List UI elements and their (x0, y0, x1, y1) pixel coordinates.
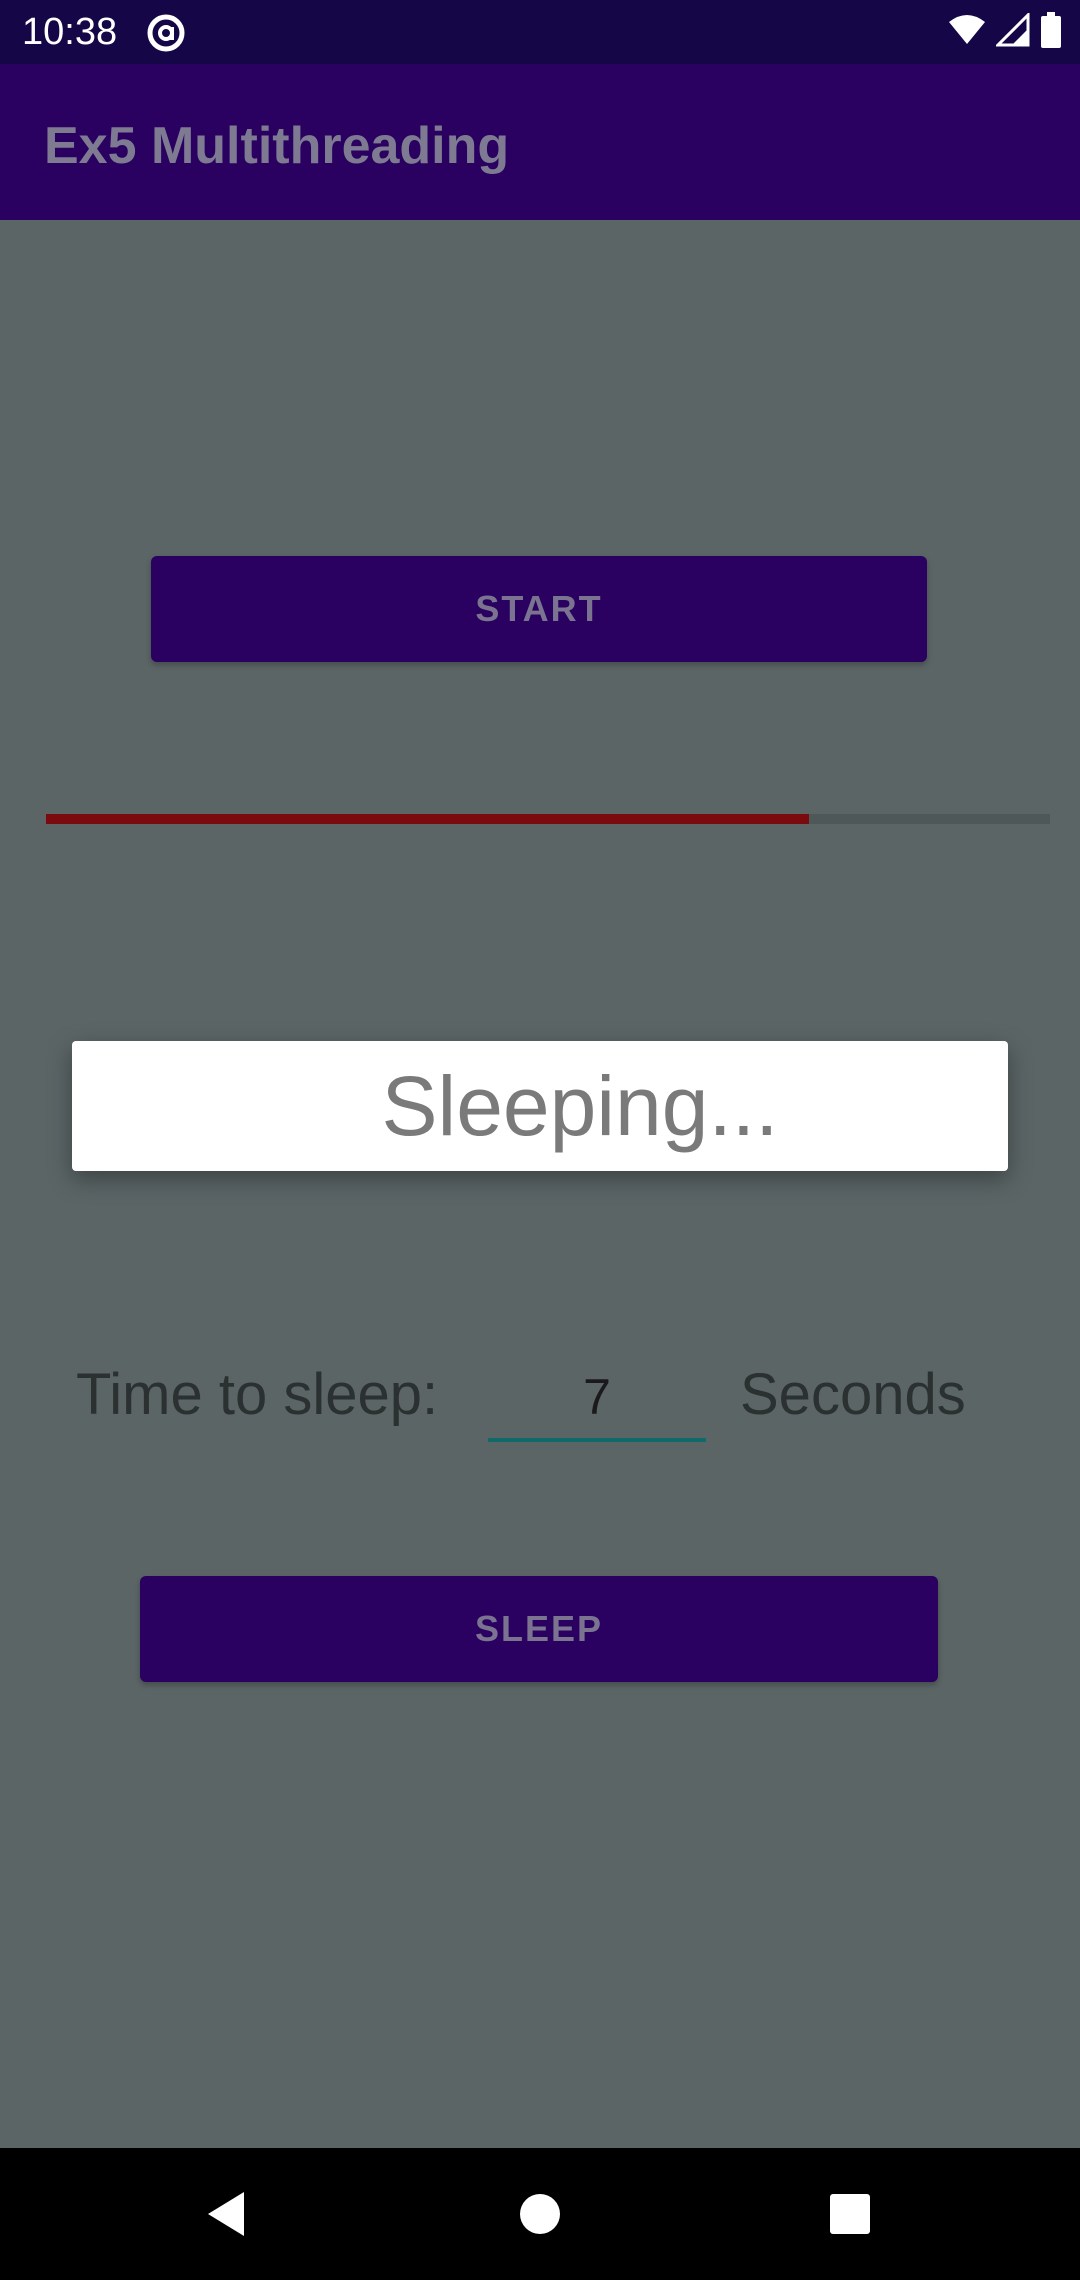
wifi-icon (948, 14, 986, 51)
back-icon[interactable] (166, 2148, 286, 2280)
recents-icon[interactable] (790, 2148, 910, 2280)
progress-bar (46, 814, 1050, 824)
status-time: 10:38 (22, 11, 118, 53)
navigation-bar (0, 2148, 1080, 2280)
progress-dialog: Sleeping... (72, 1041, 1008, 1171)
home-icon[interactable] (480, 2148, 600, 2280)
start-button[interactable]: START (151, 556, 927, 662)
app-title: Ex5 Multithreading (44, 117, 510, 175)
sleep-seconds-input[interactable]: 7 (488, 1356, 706, 1442)
cell-signal-icon (994, 10, 1030, 52)
app-bar: Ex5 Multithreading (0, 64, 1080, 220)
status-icons (948, 10, 1062, 53)
sleep-button[interactable]: SLEEP (140, 1576, 938, 1682)
time-to-sleep-label: Time to sleep: (76, 1362, 439, 1427)
seconds-unit-label: Seconds (740, 1362, 966, 1427)
screen: 10:38 Ex5 Multithreading START Sleeping.… (0, 0, 1080, 2280)
notification-at-icon (146, 13, 186, 53)
battery-icon (1040, 11, 1062, 53)
status-bar: 10:38 (0, 0, 1080, 64)
dialog-message: Sleeping... (381, 1059, 779, 1153)
progress-bar-fill (46, 814, 810, 824)
